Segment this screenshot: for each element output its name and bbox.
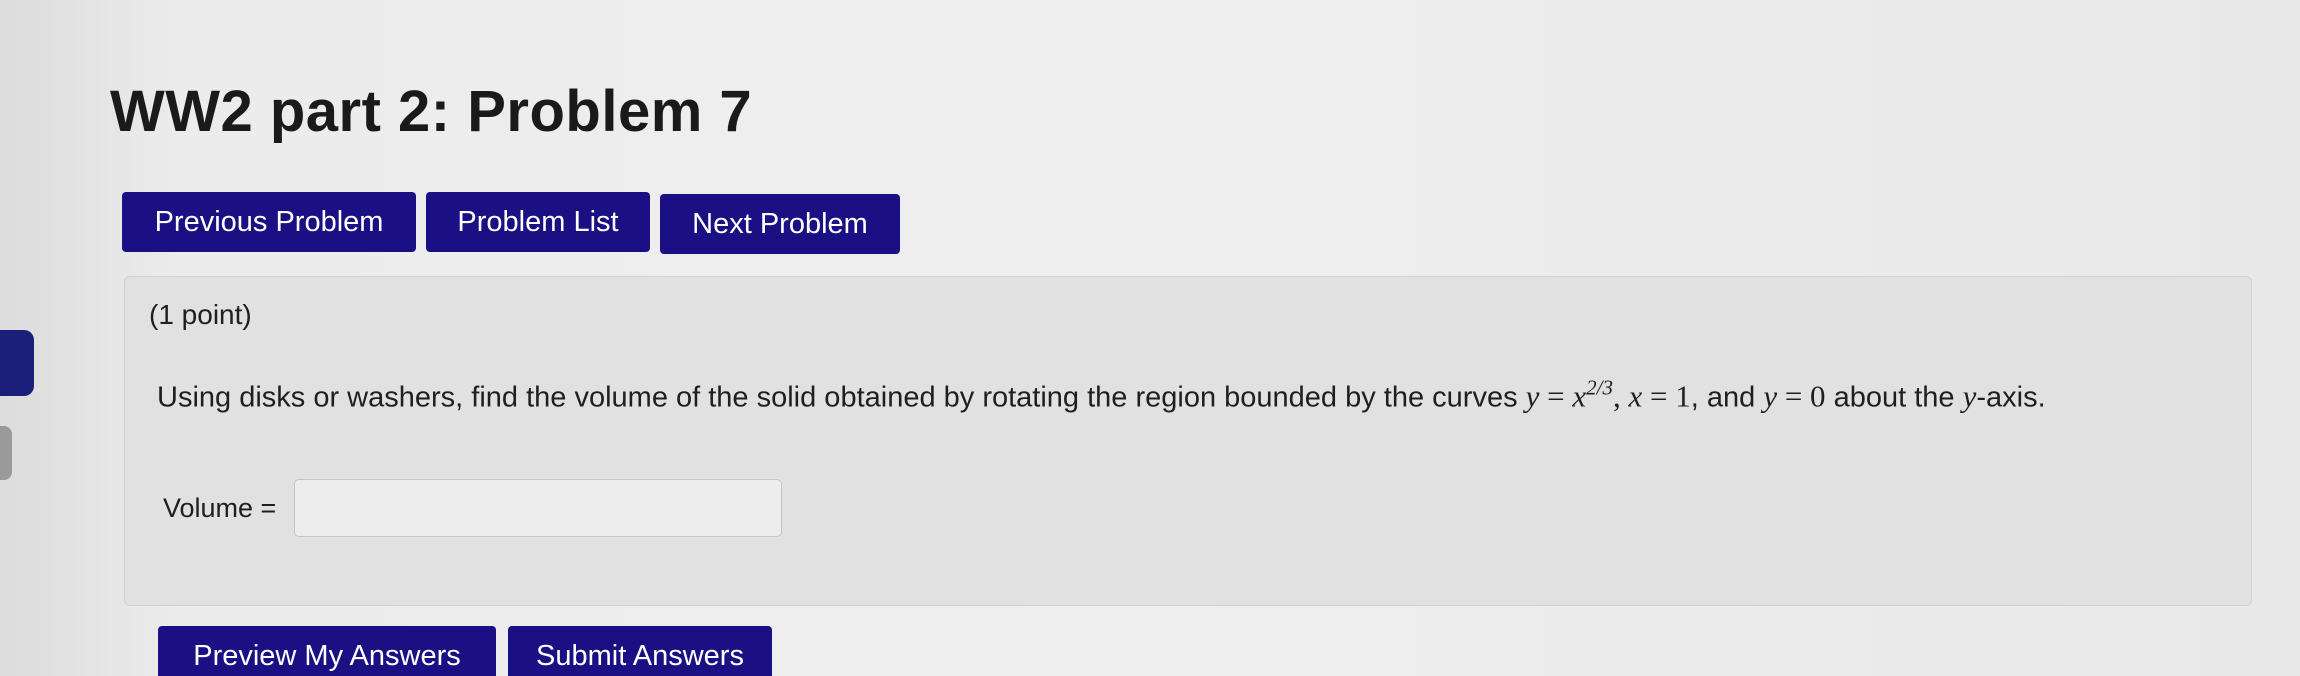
previous-problem-button[interactable]: Previous Problem	[122, 192, 416, 252]
answer-actions: Preview My Answers Submit Answers	[158, 626, 772, 676]
side-tab[interactable]	[0, 330, 34, 396]
math-equals: =	[1539, 378, 1573, 414]
math-x-value: = 1	[1642, 378, 1691, 414]
math-axis: y	[1962, 378, 1977, 414]
volume-label: Volume =	[163, 492, 277, 523]
math-x: x	[1572, 378, 1587, 414]
side-tab-secondary[interactable]	[0, 426, 12, 480]
volume-input[interactable]	[294, 479, 783, 537]
math-exponent: 2/3	[1586, 376, 1613, 400]
next-problem-button[interactable]: Next Problem	[660, 194, 900, 254]
statement-about: about the	[1825, 381, 1963, 414]
math-y: y	[1525, 378, 1540, 414]
problem-list-button[interactable]: Problem List	[426, 192, 650, 252]
math-y-value: = 0	[1777, 378, 1826, 414]
submit-answers-button[interactable]: Submit Answers	[508, 626, 772, 676]
page-title: WW2 part 2: Problem 7	[110, 79, 753, 144]
answer-row: Volume =	[163, 479, 783, 537]
statement-end: -axis.	[1976, 381, 2046, 414]
problem-panel: (1 point) Using disks or washers, find t…	[124, 276, 2252, 606]
statement-text: Using disks or washers, find the volume …	[157, 381, 1526, 414]
math-y-bound: y	[1763, 378, 1778, 414]
page: WW2 part 2: Problem 7 Previous Problem P…	[0, 0, 2300, 676]
math-separator: ,	[1613, 378, 1629, 414]
math-x-bound: x	[1628, 378, 1643, 414]
problem-statement: Using disks or washers, find the volume …	[157, 369, 2217, 416]
statement-and: , and	[1690, 381, 1764, 414]
problem-points: (1 point)	[149, 299, 252, 330]
problem-nav: Previous Problem Problem List Next Probl…	[122, 192, 900, 254]
preview-answers-button[interactable]: Preview My Answers	[158, 626, 496, 676]
